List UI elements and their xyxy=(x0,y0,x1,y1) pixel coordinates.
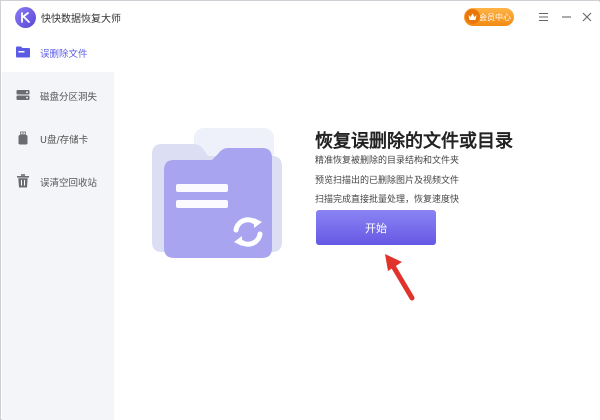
sidebar-item-recycle-bin[interactable]: 误清空回收站 xyxy=(2,161,114,201)
sidebar-item-label: 误清空回收站 xyxy=(40,178,98,189)
close-button[interactable] xyxy=(578,8,596,26)
app-title: 快快数据恢复大师 xyxy=(41,14,121,25)
close-icon xyxy=(582,12,592,22)
feature-description: 预览扫描出的已删除图片及视频文件 xyxy=(315,176,460,186)
folder-icon xyxy=(16,46,30,58)
sidebar-item-label: 误删除文件 xyxy=(40,49,88,60)
sidebar-item-label: U盘/存储卡 xyxy=(40,135,89,146)
member-center-label: 会员中心 xyxy=(479,12,511,22)
sidebar-item-label: 磁盘分区洞失 xyxy=(40,92,98,103)
sidebar-item-usb-card[interactable]: U盘/存储卡 xyxy=(2,118,114,158)
app-logo-icon xyxy=(15,7,36,28)
crown-icon xyxy=(465,9,480,24)
hamburger-icon xyxy=(538,12,548,22)
feature-description: 扫描完成直接批量处理，恢复速度快 xyxy=(315,195,460,205)
sidebar-item-deleted-files[interactable]: 误删除文件 xyxy=(2,32,114,72)
feature-description: 精准恢复被删除的目录结构和文件夹 xyxy=(315,156,460,166)
member-center-button[interactable]: 会员中心 xyxy=(464,8,514,26)
minimize-button[interactable] xyxy=(557,8,575,26)
start-button[interactable]: 开始 xyxy=(316,210,436,245)
usb-drive-icon xyxy=(18,131,28,145)
sidebar-item-partition-lost[interactable]: 磁盘分区洞失 xyxy=(2,75,114,115)
title-bar: 快快数据恢复大师 会员中心 xyxy=(2,2,600,32)
app-window: 快快数据恢复大师 会员中心 误删除文件 磁盘分区洞失 U盘/存储卡 误清空回收站… xyxy=(0,0,600,420)
folder-restore-illustration-icon xyxy=(152,128,282,258)
trash-icon xyxy=(17,174,29,188)
menu-button[interactable] xyxy=(534,8,552,26)
minimize-icon xyxy=(561,16,571,18)
hard-disk-icon xyxy=(16,90,30,100)
main-panel: 恢复误删除的文件或目录 精准恢复被删除的目录结构和文件夹 预览扫描出的已删除图片… xyxy=(114,32,600,420)
page-headline: 恢复误删除的文件或目录 xyxy=(315,131,513,152)
pointer-arrow-icon xyxy=(385,254,415,301)
sidebar: 误删除文件 磁盘分区洞失 U盘/存储卡 误清空回收站 xyxy=(2,32,114,420)
